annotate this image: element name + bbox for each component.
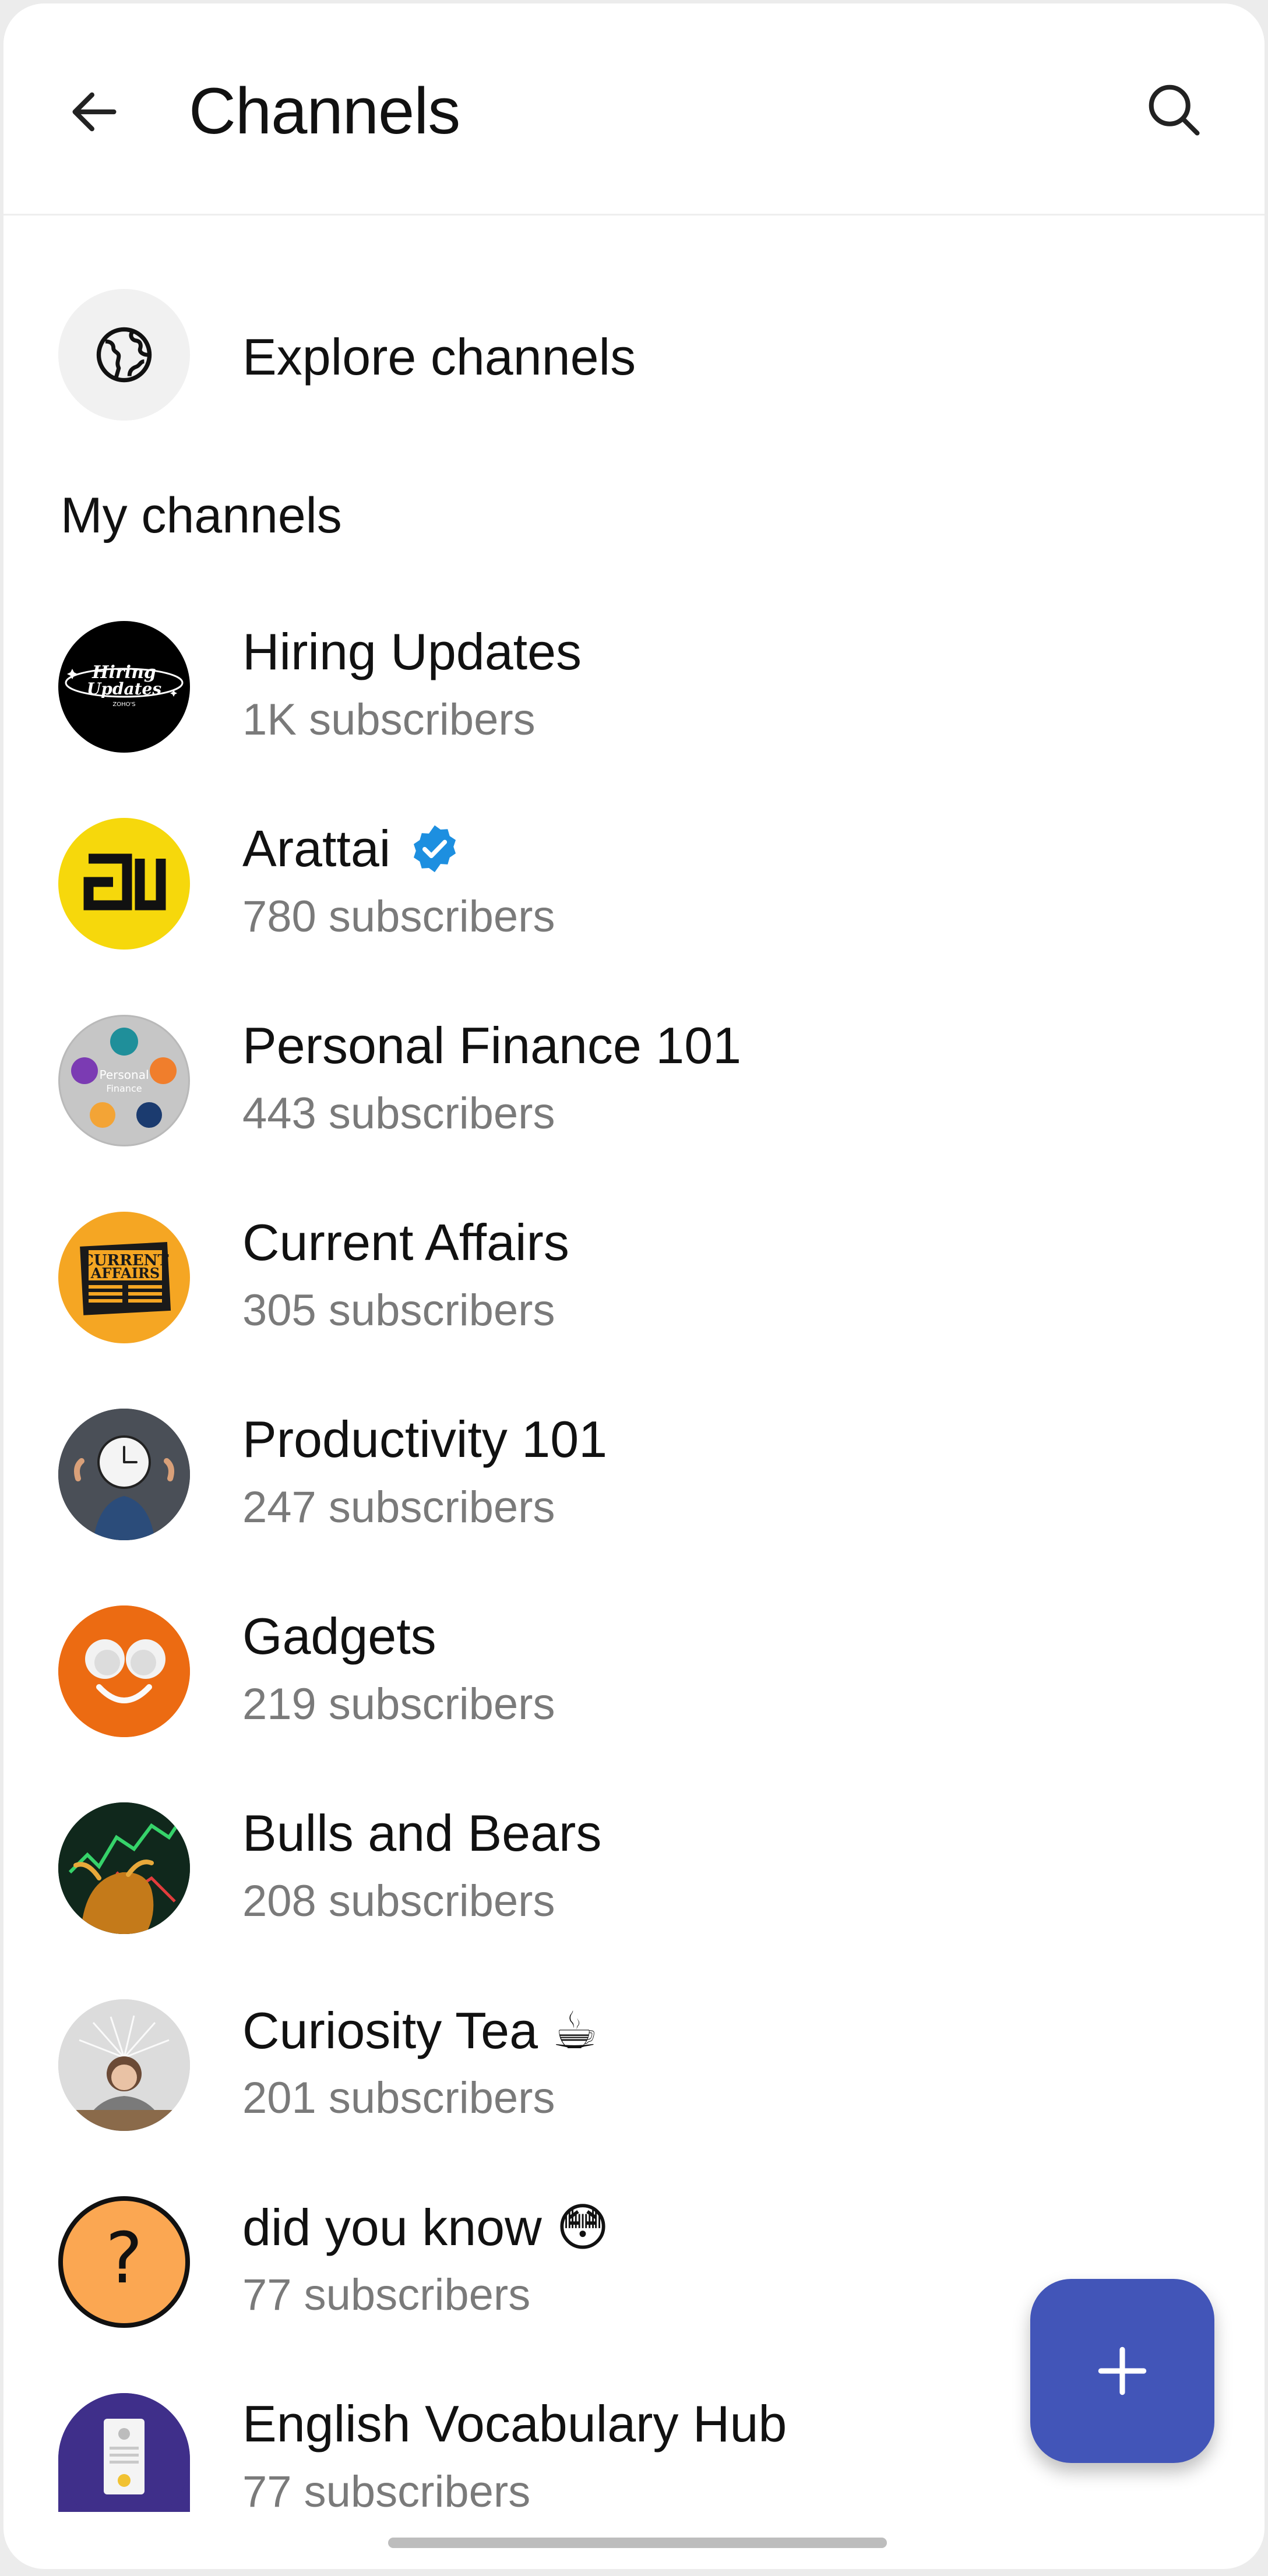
channel-item-arattai[interactable]: Arattai 780 subscribers	[3, 812, 1265, 1009]
home-indicator[interactable]	[388, 2538, 887, 2548]
personal-finance-logo: Personal Finance	[60, 1017, 188, 1145]
top-app-bar: Channels	[3, 3, 1265, 216]
english-vocab-avatar	[58, 2393, 190, 2512]
channel-name: Bulls and Bears	[242, 1804, 602, 1862]
explore-channels-row[interactable]: Explore channels	[3, 283, 1265, 423]
arattai-logo	[83, 853, 166, 911]
channel-subscribers: 77 subscribers	[242, 2467, 531, 2517]
svg-text:Finance: Finance	[106, 1083, 142, 1094]
new-channel-fab[interactable]	[1030, 2279, 1214, 2463]
verified-badge-icon	[414, 825, 456, 873]
svg-text:Personal: Personal	[99, 1068, 149, 1082]
globe-icon	[96, 327, 152, 383]
channel-name: Hiring Updates	[242, 623, 582, 680]
hiring-updates-logo: Hiring Updates ZOHO'S	[65, 662, 184, 708]
my-channels-header: My channels	[61, 488, 342, 544]
svg-text:AFFAIRS: AFFAIRS	[90, 1265, 160, 1282]
search-icon	[1149, 84, 1200, 136]
channel-name: Productivity 101	[242, 1410, 608, 1468]
page-title: Channels	[189, 75, 460, 147]
back-button[interactable]	[59, 77, 129, 147]
explore-channels-label: Explore channels	[242, 328, 636, 386]
productivity-avatar	[58, 1409, 190, 1540]
channel-item-curiosity-tea[interactable]: Curiosity Tea ☕ 201 subscribers	[3, 1993, 1265, 2190]
svg-text:?: ?	[105, 2218, 143, 2299]
channel-name-wrap: Arattai	[242, 819, 462, 878]
channel-item-bulls-and-bears[interactable]: Bulls and Bears 208 subscribers	[3, 1797, 1265, 1993]
channel-subscribers: 305 subscribers	[242, 1286, 555, 1335]
curiosity-tea-logo	[58, 1999, 190, 2131]
channel-name: Gadgets	[242, 1607, 436, 1665]
channel-item-current-affairs[interactable]: CURRENT AFFAIRS Current Affairs 305 subs…	[3, 1206, 1265, 1403]
svg-text:Updates: Updates	[87, 679, 161, 698]
bulls-bears-avatar	[58, 1802, 190, 1934]
plus-icon	[1098, 2346, 1147, 2395]
channel-name: Current Affairs	[242, 1213, 569, 1271]
svg-text:ZOHO'S: ZOHO'S	[112, 701, 135, 708]
channel-subscribers: 443 subscribers	[242, 1089, 555, 1138]
english-vocab-logo	[58, 2393, 190, 2512]
channel-subscribers: 247 subscribers	[242, 1483, 555, 1532]
channel-subscribers: 208 subscribers	[242, 1876, 555, 1926]
screen: Channels Explore channels My channels Hi…	[3, 3, 1265, 2569]
channel-subscribers: 201 subscribers	[242, 2073, 555, 2123]
channel-subscribers: 219 subscribers	[242, 1679, 555, 1729]
bulls-bears-logo	[58, 1802, 190, 1934]
channel-name: Personal Finance 101	[242, 1017, 742, 1074]
gadgets-logo	[58, 1605, 190, 1737]
arattai-avatar	[58, 818, 190, 950]
did-you-know-avatar: ?	[58, 2196, 190, 2328]
channel-item-productivity[interactable]: Productivity 101 247 subscribers	[3, 1403, 1265, 1600]
channel-subscribers: 1K subscribers	[242, 695, 536, 744]
channel-list: Hiring Updates ZOHO'S Hiring Updates 1K …	[3, 615, 1265, 2569]
channel-item-gadgets[interactable]: Gadgets 219 subscribers	[3, 1600, 1265, 1797]
channel-item-personal-finance[interactable]: Personal Finance Personal Finance 101 44…	[3, 1009, 1265, 1206]
personal-finance-avatar: Personal Finance	[58, 1015, 190, 1146]
productivity-logo	[58, 1409, 190, 1540]
explore-avatar	[58, 289, 190, 421]
current-affairs-logo: CURRENT AFFAIRS	[80, 1242, 171, 1315]
channel-subscribers: 780 subscribers	[242, 892, 555, 941]
channel-name: Curiosity Tea ☕	[242, 2002, 598, 2059]
channel-name: English Vocabulary Hub	[242, 2395, 787, 2453]
gadgets-avatar	[58, 1605, 190, 1737]
channel-subscribers: 77 subscribers	[242, 2270, 531, 2320]
channel-name: Arattai	[242, 820, 391, 877]
curiosity-tea-avatar	[58, 1999, 190, 2131]
current-affairs-avatar: CURRENT AFFAIRS	[58, 1212, 190, 1343]
channel-item-hiring-updates[interactable]: Hiring Updates ZOHO'S Hiring Updates 1K …	[3, 615, 1265, 812]
hiring-updates-avatar: Hiring Updates ZOHO'S	[58, 621, 190, 753]
arrow-left-icon	[72, 92, 117, 132]
did-you-know-logo: ?	[105, 2218, 143, 2299]
channel-name: did you know 😳	[242, 2199, 610, 2256]
search-button[interactable]	[1139, 75, 1209, 144]
